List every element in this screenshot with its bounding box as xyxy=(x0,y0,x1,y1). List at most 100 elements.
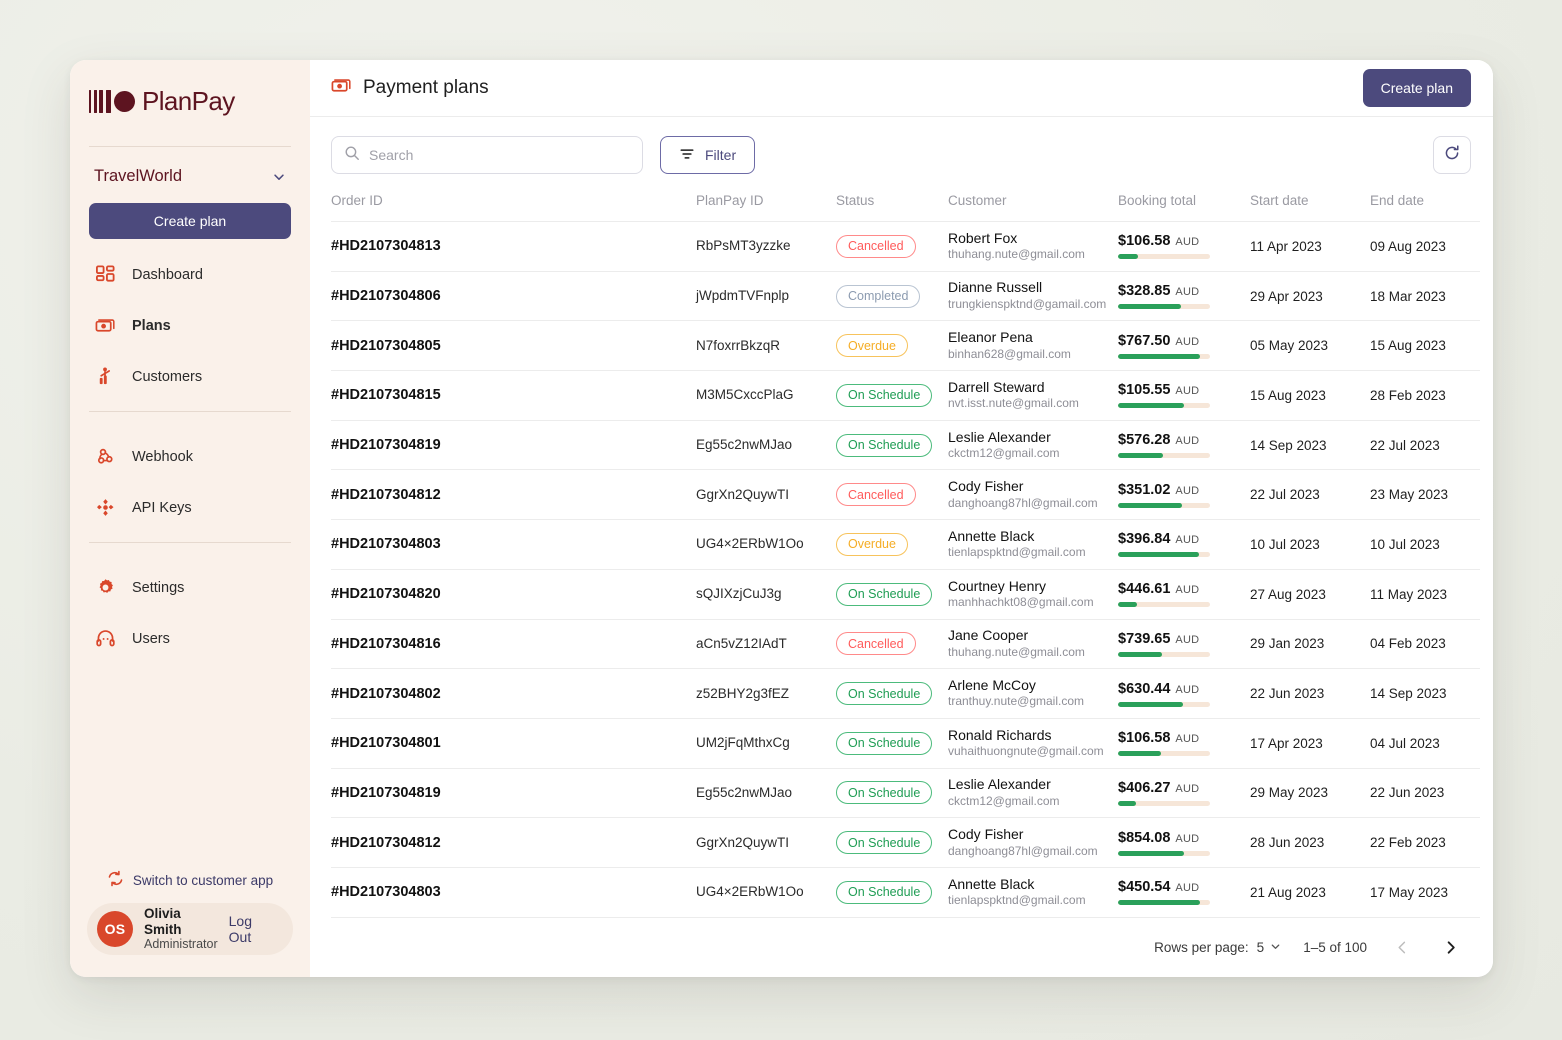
cell-start-date: 28 Jun 2023 xyxy=(1250,817,1370,868)
money-icon xyxy=(331,75,352,101)
cell-status: On Schedule xyxy=(836,370,948,421)
rows-per-page-label: Rows per page: xyxy=(1154,939,1249,955)
planpay-id-text: sQJIXzjCuJ3g xyxy=(696,586,782,602)
webhook-icon xyxy=(94,446,116,468)
column-header-start-date[interactable]: Start date xyxy=(1250,193,1370,222)
table-row[interactable]: #HD2107304820 sQJIXzjCuJ3g On Schedule Cour… xyxy=(331,569,1480,620)
planpay-id-text: UG4×2ERbW1Oo xyxy=(696,884,804,900)
sidebar-item-customers[interactable]: Customers xyxy=(70,351,310,402)
search-input[interactable] xyxy=(369,147,630,163)
order-id-text: #HD2107304803 xyxy=(331,884,441,901)
sidebar-item-label: Webhook xyxy=(132,448,193,465)
api-keys-icon xyxy=(94,497,116,519)
cell-end-date: 22 Jun 2023 xyxy=(1370,768,1480,819)
rows-per-page: Rows per page: 5 xyxy=(1154,940,1281,955)
column-header-end-date[interactable]: End date xyxy=(1370,193,1480,222)
filter-button[interactable]: Filter xyxy=(660,136,756,174)
sidebar-item-label: Plans xyxy=(132,317,171,334)
column-header-customer[interactable]: Customer xyxy=(948,193,1118,222)
amount-text: $450.54 xyxy=(1118,879,1171,896)
table-row[interactable]: #HD2107304812 GgrXn2QuywTI On Schedule Cody… xyxy=(331,817,1480,868)
customer-name: Courtney Henry xyxy=(948,577,1047,594)
cell-end-date: 04 Feb 2023 xyxy=(1370,619,1480,670)
currency-text: AUD xyxy=(1175,683,1200,696)
column-header-order-id[interactable]: Order ID xyxy=(331,193,696,222)
cell-booking-total: $854.08 AUD xyxy=(1118,817,1250,868)
column-header-booking-total[interactable]: Booking total xyxy=(1118,193,1250,222)
prev-page-button[interactable] xyxy=(1389,934,1415,960)
table-row[interactable]: #HD2107304802 z52BHY2g3fEZ On Schedule Arle… xyxy=(331,668,1480,719)
app-logo[interactable]: PlanPay xyxy=(70,60,310,138)
cell-planpay-id: M3M5CxccPlaG xyxy=(696,370,836,421)
cell-end-date: 17 May 2023 xyxy=(1370,867,1480,918)
status-badge: On Schedule xyxy=(836,433,933,457)
amount-text: $406.27 xyxy=(1118,779,1171,796)
status-badge: Overdue xyxy=(836,334,908,358)
table-row[interactable]: #HD2107304803 UG4×2ERbW1Oo On Schedule Anne… xyxy=(331,867,1480,918)
rows-per-page-select[interactable]: 5 xyxy=(1257,940,1282,955)
switch-to-customer-app-link[interactable]: Switch to customer app xyxy=(70,870,310,890)
table-row[interactable]: #HD2107304812 GgrXn2QuywTI Cancelled Cody F… xyxy=(331,469,1480,521)
customer-name: Leslie Alexander xyxy=(948,776,1051,793)
grid-icon xyxy=(94,264,116,286)
planpay-id-text: M3M5CxccPlaG xyxy=(696,387,794,403)
cell-planpay-id: UM2jFqMthxCg xyxy=(696,718,836,769)
create-plan-button[interactable]: Create plan xyxy=(1362,69,1471,107)
currency-text: AUD xyxy=(1175,882,1200,895)
column-header-status[interactable]: Status xyxy=(836,193,948,222)
cell-start-date: 22 Jul 2023 xyxy=(1250,469,1370,521)
currency-text: AUD xyxy=(1175,286,1200,299)
progress-bar xyxy=(1118,602,1210,608)
progress-bar xyxy=(1118,651,1210,657)
sidebar-item-dashboard[interactable]: Dashboard xyxy=(70,249,310,300)
cell-booking-total: $576.28 AUD xyxy=(1118,420,1250,471)
customer-name: Eleanor Pena xyxy=(948,329,1033,346)
user-profile-card[interactable]: OS Olivia Smith Administrator Log Out xyxy=(87,903,293,955)
order-id-text: #HD2107304813 xyxy=(331,238,441,255)
table-row[interactable]: #HD2107304806 jWpdmTVFnplp Completed Dianne… xyxy=(331,271,1480,322)
progress-bar xyxy=(1118,900,1210,906)
table-row[interactable]: #HD2107304805 N7foxrrBkzqR Overdue Eleanor … xyxy=(331,320,1480,372)
search-icon xyxy=(344,145,360,166)
org-switcher[interactable]: TravelWorld xyxy=(70,147,310,186)
sidebar-create-plan-button[interactable]: Create plan xyxy=(89,203,291,239)
status-badge: On Schedule xyxy=(836,383,933,407)
cell-end-date: 15 Aug 2023 xyxy=(1370,320,1480,372)
status-badge: Cancelled xyxy=(836,632,916,656)
order-id-text: #HD2107304812 xyxy=(331,834,441,851)
next-page-button[interactable] xyxy=(1437,934,1463,960)
user-name: Olivia Smith xyxy=(144,906,182,937)
amount-text: $576.28 xyxy=(1118,432,1171,449)
sidebar-item-settings[interactable]: Settings xyxy=(70,562,310,613)
customer-name: Leslie Alexander xyxy=(948,428,1051,445)
customer-email: danghoang87hl@gmail.com xyxy=(948,843,1098,858)
customer-email: nvt.isst.nute@gmail.com xyxy=(948,396,1079,411)
table-row[interactable]: #HD2107304801 UM2jFqMthxCg On Schedule Rona… xyxy=(331,718,1480,769)
pagination-range: 1–5 of 100 xyxy=(1303,939,1367,955)
search-box[interactable] xyxy=(331,136,643,174)
column-header-planpay-id[interactable]: PlanPay ID xyxy=(696,193,836,222)
table-row[interactable]: #HD2107304819 Eg55c2nwMJao On Schedule Lesl… xyxy=(331,768,1480,819)
table-row[interactable]: #HD2107304813 RbPsMT3yzzke Cancelled Robert… xyxy=(331,221,1480,272)
sidebar-item-api-keys[interactable]: API Keys xyxy=(70,482,310,533)
amount-text: $767.50 xyxy=(1118,332,1171,349)
cell-end-date: 14 Sep 2023 xyxy=(1370,668,1480,719)
sidebar-item-users[interactable]: Users xyxy=(70,613,310,664)
logout-button[interactable]: Log Out xyxy=(229,913,283,945)
cell-order-id: #HD2107304805 xyxy=(331,320,696,372)
progress-bar xyxy=(1118,850,1210,856)
refresh-button[interactable] xyxy=(1433,136,1471,174)
status-badge: On Schedule xyxy=(836,831,933,855)
table-row[interactable]: #HD2107304803 UG4×2ERbW1Oo Overdue Annette … xyxy=(331,519,1480,570)
cell-customer: Dianne Russell trungkienspktnd@gamail.com xyxy=(948,271,1118,322)
table-row[interactable]: #HD2107304816 aCn5vZ12IAdT Cancelled Jane C… xyxy=(331,619,1480,670)
table-row[interactable]: #HD2107304819 Eg55c2nwMJao On Schedule Lesl… xyxy=(331,420,1480,471)
customer-email: manhhachkt08@gmail.com xyxy=(948,595,1094,610)
table-row[interactable]: #HD2107304815 M3M5CxccPlaG On Schedule Darr… xyxy=(331,370,1480,421)
cell-start-date: 21 Aug 2023 xyxy=(1250,867,1370,918)
cell-start-date: 29 May 2023 xyxy=(1250,768,1370,819)
status-badge: On Schedule xyxy=(836,582,933,606)
cell-customer: Jane Cooper thuhang.nute@gmail.com xyxy=(948,619,1118,670)
sidebar-item-webhook[interactable]: Webhook xyxy=(70,431,310,482)
sidebar-item-plans[interactable]: Plans xyxy=(70,300,310,351)
